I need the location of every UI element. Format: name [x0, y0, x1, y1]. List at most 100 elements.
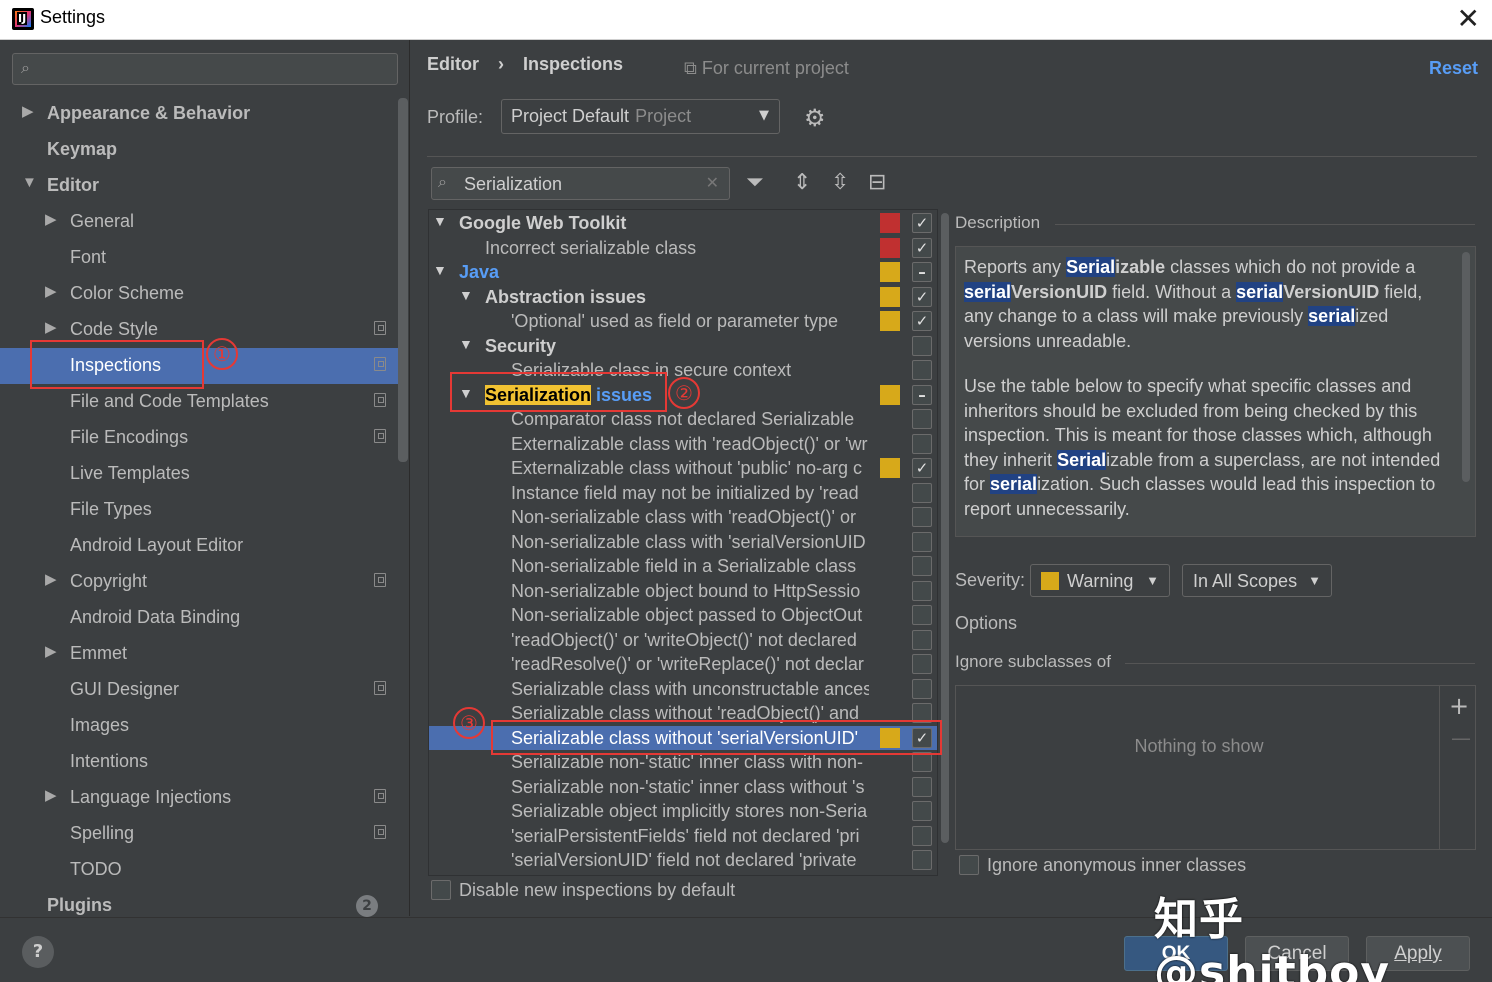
inspection-group[interactable]: ▼ Security — [429, 334, 937, 358]
enable-checkbox[interactable] — [912, 776, 932, 797]
collapsed-arrow-icon[interactable]: ▶ — [45, 570, 57, 588]
sidebar-item-images[interactable]: Images — [0, 708, 398, 744]
inspection-group[interactable]: ▼ Google Web Toolkit ✓ — [429, 211, 937, 235]
reset-link[interactable]: Reset — [1429, 58, 1478, 79]
sidebar-item-copyright[interactable]: ▶ Copyright — [0, 564, 398, 600]
profile-select[interactable]: Project Default Project ▼ — [501, 99, 780, 134]
enable-checkbox[interactable]: ✓ — [912, 213, 932, 233]
sidebar-item-editor[interactable]: ▼ Editor — [0, 168, 398, 204]
sidebar-item-todo[interactable]: TODO — [0, 852, 398, 888]
sidebar-item-font[interactable]: Font — [0, 240, 398, 276]
enable-checkbox[interactable] — [912, 825, 932, 846]
sidebar-item-file-and-code-templates[interactable]: File and Code Templates — [0, 384, 398, 420]
collapse-all-icon[interactable]: ⇳ — [831, 170, 849, 195]
expanded-arrow-icon[interactable]: ▼ — [22, 174, 37, 191]
enable-checkbox[interactable] — [912, 433, 932, 454]
sidebar-item-appearance-behavior[interactable]: ▶ Appearance & Behavior — [0, 96, 398, 132]
collapsed-arrow-icon[interactable]: ▶ — [45, 642, 57, 660]
expand-all-icon[interactable]: ⇕ — [793, 170, 811, 195]
close-icon[interactable]: ✕ — [1457, 2, 1480, 35]
enable-checkbox[interactable] — [912, 580, 932, 601]
enable-checkbox[interactable] — [912, 605, 932, 625]
collapsed-arrow-icon[interactable]: ▶ — [45, 318, 57, 336]
inspection-item[interactable]: 'Optional' used as field or parameter ty… — [429, 309, 937, 333]
sidebar-item-android-layout-editor[interactable]: Android Layout Editor — [0, 528, 398, 564]
inspection-item[interactable]: Incorrect serializable class ✓ — [429, 236, 937, 260]
sidebar-item-file-types[interactable]: File Types — [0, 492, 398, 528]
inspection-item[interactable]: Serializable class with unconstructable … — [429, 677, 937, 701]
enable-checkbox[interactable] — [912, 335, 932, 356]
ignore-anonymous-checkbox[interactable]: Ignore anonymous inner classes — [959, 855, 1246, 876]
enable-checkbox[interactable] — [912, 531, 932, 552]
inspection-item[interactable]: 'readResolve()' or 'writeReplace()' not … — [429, 652, 937, 676]
reset-to-empty-icon[interactable]: ⊟ — [868, 170, 886, 195]
disable-new-checkbox[interactable]: Disable new inspections by default — [431, 880, 735, 901]
enable-checkbox[interactable] — [912, 801, 932, 821]
enable-checkbox[interactable]: ✓ — [912, 311, 932, 331]
inspection-item[interactable]: Serializable object implicitly stores no… — [429, 799, 937, 823]
sidebar-item-emmet[interactable]: ▶ Emmet — [0, 636, 398, 672]
inspection-item[interactable]: Non-serializable field in a Serializable… — [429, 554, 937, 578]
enable-checkbox[interactable] — [912, 678, 932, 699]
sidebar-item-android-data-binding[interactable]: Android Data Binding — [0, 600, 398, 636]
inspection-item[interactable]: Instance field may not be initialized by… — [429, 481, 937, 505]
inspection-item[interactable]: 'serialPersistentFields' field not decla… — [429, 824, 937, 848]
sidebar-item-language-injections[interactable]: ▶ Language Injections — [0, 780, 398, 816]
enable-checkbox[interactable] — [912, 409, 932, 429]
scope-select[interactable]: In All Scopes ▼ — [1182, 564, 1332, 597]
breadcrumb-editor[interactable]: Editor — [427, 54, 479, 74]
collapsed-arrow-icon[interactable]: ▶ — [45, 210, 57, 228]
enable-checkbox[interactable] — [912, 850, 932, 870]
collapsed-arrow-icon[interactable]: ▶ — [22, 102, 34, 120]
enable-checkbox[interactable] — [912, 654, 932, 674]
expanded-arrow-icon[interactable]: ▼ — [433, 213, 447, 229]
expanded-arrow-icon[interactable]: ▼ — [459, 287, 473, 303]
enable-checkbox[interactable] — [912, 752, 932, 772]
help-button[interactable]: ? — [22, 936, 54, 968]
enable-checkbox[interactable]: – — [912, 262, 932, 282]
sidebar-item-color-scheme[interactable]: ▶ Color Scheme — [0, 276, 398, 312]
collapsed-arrow-icon[interactable]: ▶ — [45, 786, 57, 804]
inspection-item[interactable]: Non-serializable class with 'serialVersi… — [429, 530, 937, 554]
checkbox-box[interactable] — [959, 855, 979, 875]
tree-scrollbar[interactable] — [941, 213, 949, 843]
add-icon[interactable]: + — [1449, 692, 1469, 720]
inspection-item[interactable]: 'readObject()' or 'writeObject()' not de… — [429, 628, 937, 652]
enable-checkbox[interactable]: ✓ — [912, 458, 932, 478]
inspection-item[interactable]: Non-serializable object passed to Object… — [429, 603, 937, 627]
enable-checkbox[interactable]: ✓ — [912, 286, 932, 307]
sidebar-item-live-templates[interactable]: Live Templates — [0, 456, 398, 492]
inspection-item[interactable]: Serializable non-'static' inner class wi… — [429, 775, 937, 799]
sidebar-scrollbar[interactable] — [398, 98, 408, 462]
expanded-arrow-icon[interactable]: ▼ — [459, 336, 473, 352]
filter-icon[interactable]: ⏷ — [746, 170, 764, 195]
inspection-item[interactable]: Non-serializable object bound to HttpSes… — [429, 579, 937, 603]
enable-checkbox[interactable] — [912, 556, 932, 576]
settings-search-input[interactable]: ⌕ — [12, 53, 398, 85]
sidebar-item-keymap[interactable]: Keymap — [0, 132, 398, 168]
inspection-group[interactable]: ▼ Java – — [429, 260, 937, 284]
clear-icon[interactable]: ✕ — [706, 173, 719, 192]
enable-checkbox[interactable]: ✓ — [912, 237, 932, 258]
inspection-group[interactable]: ▼ Abstraction issues ✓ — [429, 285, 937, 309]
enable-checkbox[interactable]: – — [912, 384, 932, 405]
sidebar-item-general[interactable]: ▶ General — [0, 204, 398, 240]
inspection-item[interactable]: Externalizable class with 'readObject()'… — [429, 432, 937, 456]
enable-checkbox[interactable] — [912, 482, 932, 503]
inspection-item[interactable]: 'serialVersionUID' field not declared 'p… — [429, 848, 937, 872]
gear-icon[interactable]: ⚙ — [804, 104, 826, 132]
severity-select[interactable]: Warning ▼ — [1030, 564, 1170, 597]
inspection-item[interactable]: Non-serializable class with 'readObject(… — [429, 505, 937, 529]
sidebar-item-file-encodings[interactable]: File Encodings — [0, 420, 398, 456]
description-scrollbar[interactable] — [1462, 252, 1470, 482]
checkbox-box[interactable] — [431, 880, 451, 900]
sidebar-item-spelling[interactable]: Spelling — [0, 816, 398, 852]
enable-checkbox[interactable] — [912, 507, 932, 527]
enable-checkbox[interactable] — [912, 629, 932, 650]
sidebar-item-intentions[interactable]: Intentions — [0, 744, 398, 780]
inspection-item[interactable]: Externalizable class without 'public' no… — [429, 456, 937, 480]
inspection-search-input[interactable]: ⌕ Serialization ✕ — [431, 167, 730, 200]
collapsed-arrow-icon[interactable]: ▶ — [45, 282, 57, 300]
enable-checkbox[interactable] — [912, 360, 932, 380]
sidebar-item-gui-designer[interactable]: GUI Designer — [0, 672, 398, 708]
